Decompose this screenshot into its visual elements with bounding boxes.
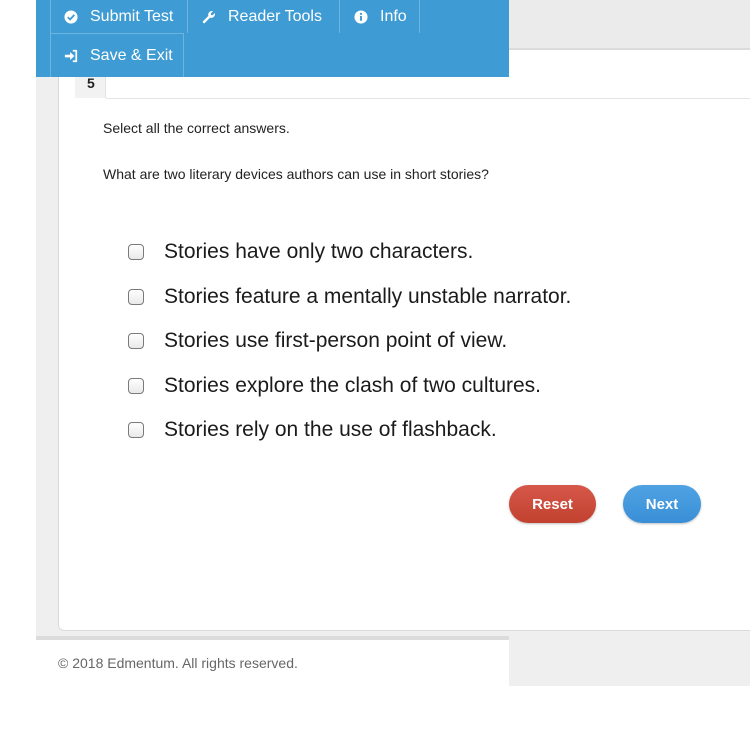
next-button[interactable]: Next [623,485,701,523]
answer-choice-1[interactable]: Stories have only two characters. [128,230,571,275]
question-prompt: What are two literary devices authors ca… [103,166,489,182]
sign-in-icon [64,49,78,62]
wrench-icon [202,10,215,23]
answer-choices: Stories have only two characters. Storie… [128,230,571,453]
reader-tools-button[interactable]: Reader Tools [188,0,340,33]
answer-choice-2[interactable]: Stories feature a mentally unstable narr… [128,275,571,320]
save-exit-button[interactable]: Save & Exit [50,33,184,77]
checkbox[interactable] [128,288,144,305]
checkbox[interactable] [128,377,144,394]
checkbox[interactable] [128,244,144,261]
checkbox[interactable] [128,333,144,350]
submit-test-button[interactable]: Submit Test [50,0,188,33]
choice-label: Stories have only two characters. [164,240,474,264]
divider [106,98,750,99]
header-band [509,0,750,49]
answer-choice-4[interactable]: Stories explore the clash of two culture… [128,364,571,409]
reset-button[interactable]: Reset [509,485,596,523]
choice-label: Stories use first-person point of view. [164,329,508,353]
reader-tools-label: Reader Tools [228,7,322,25]
info-button[interactable]: Info [340,0,420,33]
instruction-text: Select all the correct answers. [103,120,290,136]
choice-label: Stories explore the clash of two culture… [164,373,542,397]
info-label: Info [380,7,407,25]
save-exit-label: Save & Exit [90,46,173,64]
choice-label: Stories feature a mentally unstable narr… [164,284,572,308]
copyright-text: © 2018 Edmentum. All rights reserved. [58,655,298,671]
info-icon [354,9,368,24]
choice-label: Stories rely on the use of flashback. [164,418,497,442]
answer-choice-5[interactable]: Stories rely on the use of flashback. [128,408,571,453]
checkbox[interactable] [128,422,144,439]
submit-test-label: Submit Test [90,7,174,25]
answer-choice-3[interactable]: Stories use first-person point of view. [128,319,571,364]
check-circle-icon [64,9,78,24]
toolbar: Submit Test Reader Tools Info Save & Exi… [36,0,509,77]
